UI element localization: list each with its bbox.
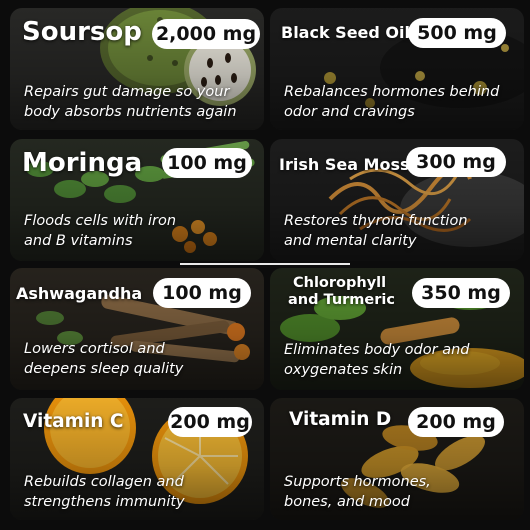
benefit-line: bones, and mood bbox=[284, 494, 410, 510]
benefit-line: Supports hormones, bbox=[284, 474, 431, 490]
benefit-line: Rebuilds collagen and bbox=[24, 474, 184, 490]
supplement-name-line-2: and Turmeric bbox=[288, 292, 395, 308]
supplement-name: Black Seed Oil bbox=[281, 23, 410, 42]
card-soursop: Soursop 2,000 mg Repairs gut damage so y… bbox=[10, 8, 264, 130]
dose-badge: 2,000 mg bbox=[152, 19, 260, 49]
card-vitamin-c: Vitamin C 200 mg Rebuilds collagen and s… bbox=[10, 398, 264, 520]
benefit-line: odor and cravings bbox=[284, 104, 415, 120]
benefit-line: deepens sleep quality bbox=[24, 361, 184, 377]
dose-badge: 200 mg bbox=[168, 407, 252, 437]
card-irish-sea-moss: Irish Sea Moss 300 mg Restores thyroid f… bbox=[270, 139, 524, 261]
supplement-name: Vitamin C bbox=[23, 411, 124, 432]
supplement-name: Irish Sea Moss bbox=[279, 155, 410, 174]
supplement-name: Soursop bbox=[22, 17, 142, 47]
benefit-line: Eliminates body odor and bbox=[284, 342, 470, 358]
supplement-name-line-1: Chlorophyll bbox=[293, 275, 387, 291]
dose-badge: 200 mg bbox=[408, 407, 504, 437]
dose-badge: 100 mg bbox=[162, 148, 252, 178]
benefit-line: strengthens immunity bbox=[24, 494, 185, 510]
card-moringa: Moringa 100 mg Floods cells with iron an… bbox=[10, 139, 264, 261]
supplement-name: Vitamin D bbox=[289, 409, 392, 430]
dose-badge: 350 mg bbox=[412, 278, 510, 308]
benefit-line: Repairs gut damage so your bbox=[24, 84, 230, 100]
card-vitamin-d: Vitamin D 200 mg Supports hormones, bone… bbox=[270, 398, 524, 520]
benefit-line: and B vitamins bbox=[24, 233, 133, 249]
dose-badge: 300 mg bbox=[406, 147, 506, 177]
benefit-line: Rebalances hormones behind bbox=[284, 84, 500, 100]
card-ashwagandha: Ashwagandha 100 mg Lowers cortisol and d… bbox=[10, 268, 264, 390]
dose-badge: 500 mg bbox=[408, 18, 506, 48]
benefit-line: Lowers cortisol and bbox=[24, 341, 165, 357]
benefit-line: and mental clarity bbox=[284, 233, 417, 249]
supplement-name: Ashwagandha bbox=[16, 284, 143, 303]
supplement-name: Moringa bbox=[22, 148, 143, 178]
benefit-line: body absorbs nutrients again bbox=[24, 104, 237, 120]
benefit-line: Restores thyroid function bbox=[284, 213, 468, 229]
divider-line bbox=[180, 263, 350, 265]
card-black-seed-oil: Black Seed Oil 500 mg Rebalances hormone… bbox=[270, 8, 524, 130]
dose-badge: 100 mg bbox=[153, 278, 251, 308]
benefit-line: oxygenates skin bbox=[284, 362, 403, 378]
card-chlorophyll-turmeric: Chlorophyll and Turmeric 350 mg Eliminat… bbox=[270, 268, 524, 390]
benefit-line: Floods cells with iron bbox=[24, 213, 177, 229]
